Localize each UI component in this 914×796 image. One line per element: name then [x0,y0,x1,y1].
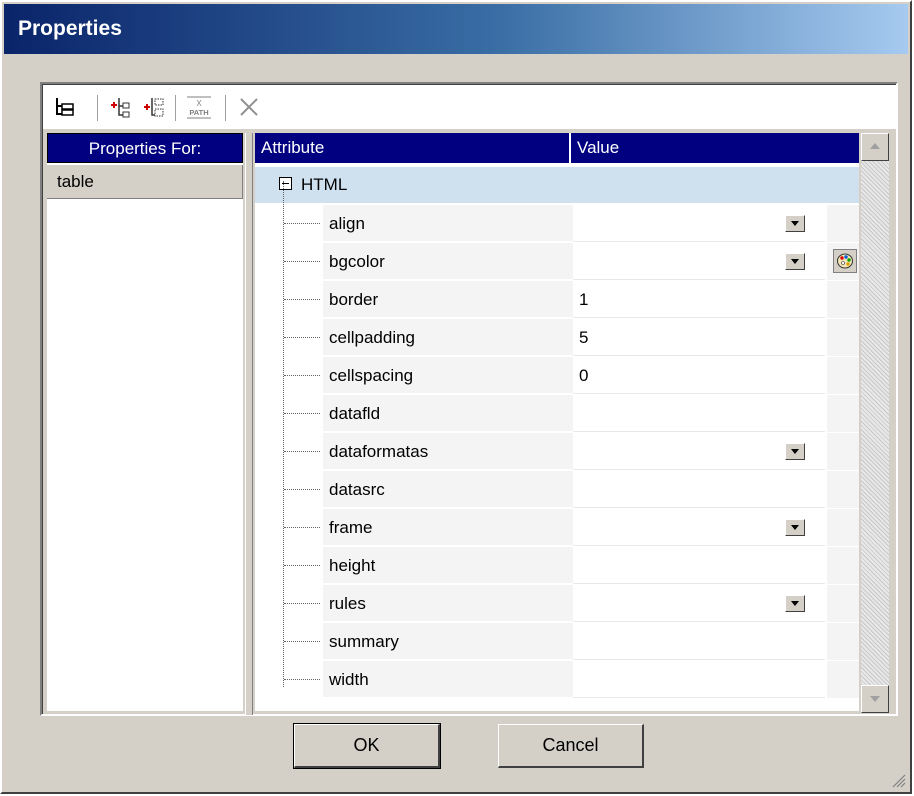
tree-view-icon[interactable] [49,91,81,123]
attribute-name[interactable]: align [323,205,573,242]
attribute-name[interactable]: border [323,281,573,318]
attribute-name[interactable]: summary [323,623,573,660]
tree-connector [284,223,320,224]
attribute-row-width: width [255,661,859,699]
properties-for-pane: Properties For: table [47,133,243,711]
attribute-value-field[interactable]: 0 [573,357,825,394]
tree-connector [284,337,320,338]
attribute-row-frame: frame [255,509,859,547]
collapse-icon[interactable] [279,177,292,190]
extra-column-cell [827,433,859,471]
attribute-name[interactable]: datafld [323,395,573,432]
add-sibling-icon[interactable] [137,91,169,123]
attribute-name[interactable]: width [323,661,573,698]
color-palette-icon[interactable] [833,249,857,273]
extra-column-cell [827,509,859,547]
add-child-icon[interactable] [103,91,135,123]
resize-grip-icon[interactable] [888,770,906,788]
scroll-down-button[interactable] [861,685,889,713]
tree-connector [284,375,320,376]
attribute-row-dataformatas: dataformatas [255,433,859,471]
dropdown-arrow-icon[interactable] [785,253,805,270]
attribute-row-datafld: datafld [255,395,859,433]
pane-splitter[interactable] [245,133,253,715]
ok-button[interactable]: OK [293,723,441,769]
tree-connector [284,451,320,452]
extra-column-cell [827,357,859,395]
tree-connector [284,603,320,604]
attribute-row-summary: summary [255,623,859,661]
attribute-name[interactable]: frame [323,509,573,546]
extra-column-cell [827,585,859,623]
tree-connector [284,489,320,490]
toolbar: X PATH [43,85,896,129]
tree-connector [284,641,320,642]
attribute-row-align: align [255,205,859,243]
value-column-header[interactable]: Value [571,133,859,163]
attribute-row-datasrc: datasrc [255,471,859,509]
attribute-value-field[interactable] [573,661,825,698]
window-title: Properties [18,17,122,40]
extra-column-cell [827,623,859,661]
tree-connector [284,565,320,566]
attribute-row-rules: rules [255,585,859,623]
extra-column-cell [827,471,859,509]
dropdown-arrow-icon[interactable] [785,595,805,612]
properties-for-header: Properties For: [47,133,243,163]
svg-text:PATH: PATH [189,108,208,117]
title-bar[interactable]: Properties [4,4,908,54]
dropdown-arrow-icon[interactable] [785,443,805,460]
dropdown-arrow-icon[interactable] [785,215,805,232]
tree-root-label: HTML [301,175,348,194]
attribute-row-bgcolor: bgcolor [255,243,859,281]
attribute-value-field[interactable] [573,547,825,584]
attribute-grid: Attribute Value HTML align bgcolor border 1… [255,133,859,711]
properties-panel: X PATH Properties For: table Attribute V… [40,82,898,716]
attribute-name[interactable]: datasrc [323,471,573,508]
vertical-scrollbar[interactable] [861,133,889,713]
attribute-value-field[interactable]: 5 [573,319,825,356]
extra-column-cell [827,205,859,243]
attribute-name[interactable]: dataformatas [323,433,573,470]
attribute-name[interactable]: rules [323,585,573,622]
properties-dialog: Properties X PATH Properties For: table … [0,0,912,794]
attribute-name[interactable]: cellpadding [323,319,573,356]
tree-root-html[interactable]: HTML [255,167,859,203]
attribute-row-height: height [255,547,859,585]
extra-column-cell [827,395,859,433]
attribute-value-field[interactable]: 1 [573,281,825,318]
attribute-row-cellspacing: cellspacing 0 [255,357,859,395]
grid-header: Attribute Value [255,133,859,163]
attribute-column-header[interactable]: Attribute [255,133,571,163]
attribute-value-field[interactable] [573,623,825,660]
dropdown-arrow-icon[interactable] [785,519,805,536]
extra-column-cell [827,547,859,585]
extra-column-cell [827,281,859,319]
attribute-value-field[interactable] [573,471,825,508]
delete-icon[interactable] [233,91,265,123]
tree-connector [284,261,320,262]
attribute-name[interactable]: bgcolor [323,243,573,280]
attribute-name[interactable]: height [323,547,573,584]
attribute-name[interactable]: cellspacing [323,357,573,394]
attribute-row-cellpadding: cellpadding 5 [255,319,859,357]
svg-text:X: X [196,99,202,108]
cancel-button[interactable]: Cancel [498,724,644,768]
attribute-row-border: border 1 [255,281,859,319]
tree-connector [284,679,320,680]
xpath-icon[interactable]: X PATH [183,91,215,123]
attribute-value-field[interactable] [573,395,825,432]
extra-column-cell [827,661,859,699]
scroll-up-button[interactable] [861,133,889,161]
element-item-table[interactable]: table [47,165,243,199]
tree-connector [284,299,320,300]
tree-connector [284,413,320,414]
extra-column-cell [827,319,859,357]
tree-connector [284,527,320,528]
